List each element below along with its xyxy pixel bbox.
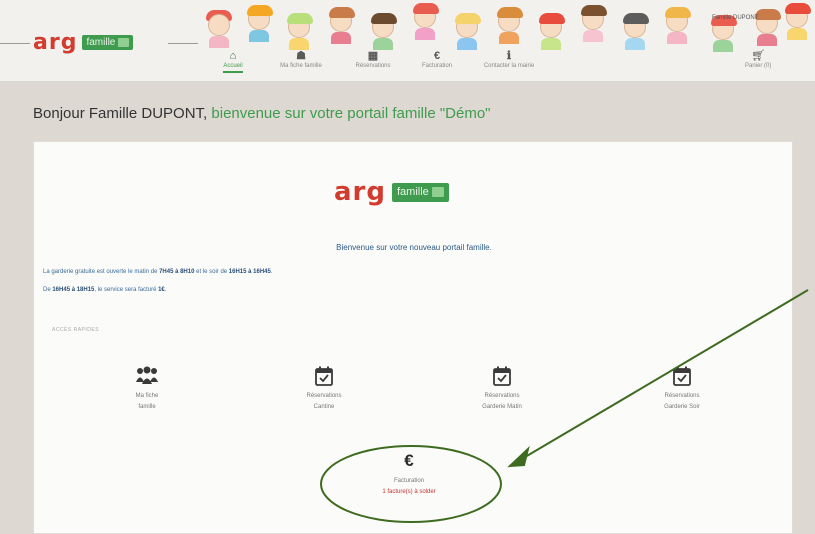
nav-reservations[interactable]: ▦ Réservations <box>341 50 405 80</box>
info-price: 1€ <box>158 287 165 293</box>
tile-reservations-cantine[interactable]: Réservations Cantine <box>274 365 374 413</box>
logo-text: arg <box>334 177 386 207</box>
app-logo[interactable]: arg famille <box>33 30 134 55</box>
header: arg famille Famille DUPONT ⌂ Accueil ☗ M… <box>0 0 815 82</box>
logo-word: arg <box>334 177 386 207</box>
info-time: 7H45 à 8H10 <box>159 269 195 275</box>
euro-icon: € <box>359 450 459 472</box>
tile-reservations-garderie-matin[interactable]: Réservations Garderie Matin <box>452 365 552 413</box>
info-text: La garderie gratuite est ouverte le mati… <box>43 269 160 275</box>
header-divider <box>168 43 198 44</box>
tile-label: Ma fiche <box>135 393 159 399</box>
nav-accueil[interactable]: ⌂ Accueil <box>205 50 261 80</box>
info-text: . <box>164 287 167 293</box>
euro-glyph: € <box>404 451 414 470</box>
tile-sublabel: Garderie Soir <box>664 404 700 410</box>
page-greeting: Bonjour Famille DUPONT, bienvenue sur vo… <box>33 105 491 122</box>
euro-icon: € <box>433 50 441 62</box>
info-text: et le soir de <box>194 269 229 275</box>
info-text: De <box>43 287 53 293</box>
logo-badge: famille <box>391 182 449 202</box>
info-text: . <box>270 269 273 275</box>
tile-label: Facturation <box>393 478 424 484</box>
greeting-prefix: Bonjour Famille DUPONT, <box>33 105 208 122</box>
logo-badge-text: famille <box>396 186 429 198</box>
nav-label: Facturation <box>421 63 452 69</box>
welcome-message: Bienvenue sur votre nouveau portail fami… <box>336 243 492 252</box>
nav-contacter-la-mairie[interactable]: ℹ Contacter la mairie <box>469 50 549 80</box>
tile-label: Réservations <box>306 393 342 399</box>
tile-ma-fiche-famille[interactable]: Ma fiche famille <box>97 365 197 413</box>
nav-label: Réservations <box>355 63 391 69</box>
calendar-check-icon <box>274 365 374 387</box>
home-icon: ⌂ <box>229 50 237 62</box>
tile-sublabel: famille <box>138 404 156 410</box>
logo-badge-text: famille <box>86 37 116 48</box>
tile-sublabel: Cantine <box>313 404 335 410</box>
info-line-garderie: La garderie gratuite est ouverte le mati… <box>43 269 273 275</box>
cart-label: Panier (0) <box>745 63 772 69</box>
invoice-status: 1 facture(s) à solder <box>382 489 436 495</box>
greeting-suffix: bienvenue sur votre portail famille "Dém… <box>211 105 491 122</box>
family-icon <box>97 365 197 387</box>
crown-icon <box>118 38 130 47</box>
info-time: 16H45 à 18H15 <box>52 287 95 293</box>
info-text: , le service sera facturé <box>94 287 159 293</box>
info-line-facturation: De 16H45 à 18H15, le service sera factur… <box>43 287 166 293</box>
cart-button[interactable]: 🛒︎ Panier (0) <box>745 50 771 69</box>
info-icon: ℹ <box>506 50 512 62</box>
logo-text: arg <box>33 30 78 55</box>
nav-ma-fiche-famille[interactable]: ☗ Ma fiche famille <box>261 50 341 80</box>
tile-label: Réservations <box>484 393 520 399</box>
calendar-check-icon <box>632 365 732 387</box>
family-icon: ☗ <box>296 50 306 62</box>
children-banner-illustration <box>200 3 811 52</box>
nav-facturation[interactable]: € Facturation <box>405 50 469 80</box>
portal-logo: arg famille <box>334 177 449 207</box>
home-card: arg famille Bienvenue sur votre nouveau … <box>33 141 793 534</box>
crown-icon <box>431 187 444 197</box>
info-time: 16H15 à 16H45 <box>228 269 271 275</box>
cart-icon: 🛒︎ <box>751 50 766 62</box>
logo-word: arg <box>33 30 77 55</box>
quick-access-heading: ACCÈS RAPIDES <box>52 327 100 333</box>
tile-reservations-garderie-soir[interactable]: Réservations Garderie Soir <box>632 365 732 413</box>
calendar-check-icon <box>452 365 552 387</box>
tile-sublabel: Garderie Matin <box>482 404 522 410</box>
user-name[interactable]: Famille DUPONT <box>712 15 758 21</box>
tile-facturation[interactable]: € Facturation 1 facture(s) à solder <box>359 450 459 498</box>
nav-label: Ma fiche famille <box>280 63 322 69</box>
nav-label: Contacter la mairie <box>483 63 535 69</box>
logo-badge: famille <box>82 35 134 50</box>
header-divider <box>0 43 30 44</box>
calendar-icon: ▦ <box>367 50 379 62</box>
nav-label: Accueil <box>223 63 243 73</box>
main-nav: ⌂ Accueil ☗ Ma fiche famille ▦ Réservati… <box>205 50 549 80</box>
tile-label: Réservations <box>664 393 700 399</box>
